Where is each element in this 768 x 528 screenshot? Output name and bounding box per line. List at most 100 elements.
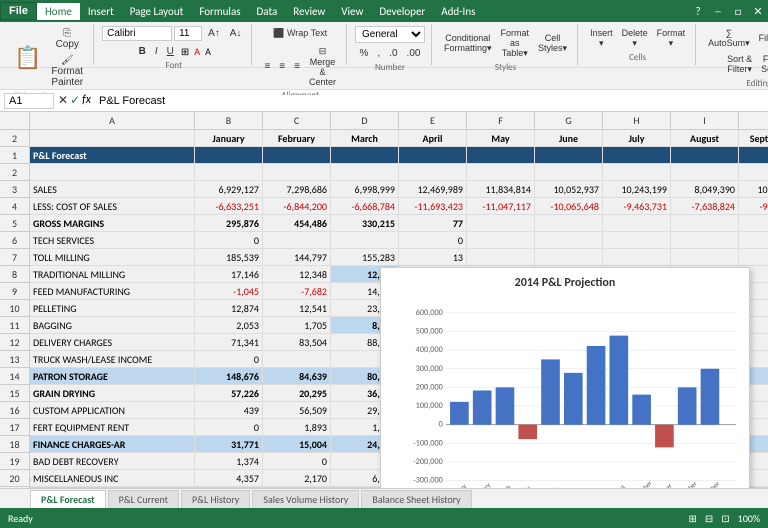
cell-r4-c1[interactable]: -6,633,251 xyxy=(195,198,263,215)
italic-button[interactable]: I xyxy=(151,44,162,59)
underline-button[interactable]: U xyxy=(163,44,178,59)
align-left-button[interactable]: ≡ xyxy=(260,59,274,74)
cell-r1-c9[interactable] xyxy=(739,147,768,164)
cell-r3-c0[interactable]: SALES xyxy=(30,181,195,198)
cell-r4-c3[interactable]: -6,668,784 xyxy=(331,198,399,215)
cell-r20-c0[interactable]: MISCELLANEOUS INC xyxy=(30,470,195,487)
cell-r2-c3[interactable] xyxy=(331,164,399,181)
cell-r9-c0[interactable]: FEED MANUFACTURING xyxy=(30,283,195,300)
col-header-f[interactable]: F xyxy=(467,112,535,130)
cell-r14-c2[interactable]: 84,639 xyxy=(263,368,331,385)
cell-r6-c2[interactable] xyxy=(263,232,331,249)
cell-r7-c0[interactable]: TOLL MILLING xyxy=(30,249,195,266)
font-name-input[interactable] xyxy=(102,26,172,41)
format-button[interactable]: Format▾ xyxy=(653,26,690,51)
cell-r6-c4[interactable]: 0 xyxy=(399,232,467,249)
col-header-b[interactable]: B xyxy=(195,112,263,130)
tab-data[interactable]: Data xyxy=(249,3,286,20)
cell-r9-c2[interactable]: -7,682 xyxy=(263,283,331,300)
copy-button[interactable]: ⎘ Copy xyxy=(47,26,87,52)
cell-r12-c1[interactable]: 71,341 xyxy=(195,334,263,351)
tab-sales-volume-history[interactable]: Sales Volume History xyxy=(252,490,359,508)
delete-button[interactable]: Delete▾ xyxy=(618,26,652,51)
col-label-2[interactable]: February xyxy=(263,130,331,147)
increase-font-button[interactable]: A↑ xyxy=(204,26,224,41)
tab-pagelayout[interactable]: Page Layout xyxy=(122,3,192,20)
cell-reference-input[interactable]: A1 xyxy=(4,93,54,109)
col-label-9[interactable]: September xyxy=(739,130,768,147)
cell-r7-c6[interactable] xyxy=(535,249,603,266)
cell-r7-c3[interactable]: 155,283 xyxy=(331,249,399,266)
col-label-0[interactable] xyxy=(30,130,195,147)
cell-r4-c2[interactable]: -6,844,200 xyxy=(263,198,331,215)
cell-r5-c2[interactable]: 454,486 xyxy=(263,215,331,232)
cell-r8-c2[interactable]: 12,348 xyxy=(263,266,331,283)
paste-button[interactable]: 📋 xyxy=(10,43,45,73)
cell-r4-c4[interactable]: -11,693,423 xyxy=(399,198,467,215)
cell-r16-c2[interactable]: 56,509 xyxy=(263,402,331,419)
col-label-6[interactable]: June xyxy=(535,130,603,147)
cell-r1-c6[interactable] xyxy=(535,147,603,164)
cell-r21-c2[interactable]: 39,973 xyxy=(263,487,331,488)
cell-r3-c9[interactable]: 10,134,928 xyxy=(739,181,768,198)
percent-button[interactable]: % xyxy=(356,46,373,61)
col-label-8[interactable]: August xyxy=(671,130,739,147)
cell-r2-c7[interactable] xyxy=(603,164,671,181)
col-label-7[interactable]: July xyxy=(603,130,671,147)
cell-r7-c4[interactable]: 13 xyxy=(399,249,467,266)
cell-r4-c6[interactable]: -10,065,648 xyxy=(535,198,603,215)
col-header-a[interactable]: A xyxy=(30,112,195,130)
align-right-button[interactable]: ≡ xyxy=(290,59,304,74)
cell-r5-c8[interactable] xyxy=(671,215,739,232)
cell-r6-c9[interactable] xyxy=(739,232,768,249)
cell-r1-c0[interactable]: P&L Forecast xyxy=(30,147,195,164)
cell-r18-c2[interactable]: 15,004 xyxy=(263,436,331,453)
col-header-c[interactable]: C xyxy=(263,112,331,130)
cell-r3-c7[interactable]: 10,243,199 xyxy=(603,181,671,198)
cell-r7-c8[interactable] xyxy=(671,249,739,266)
view-normal-icon[interactable]: ⊞ xyxy=(688,512,696,525)
cell-r20-c2[interactable]: 2,170 xyxy=(263,470,331,487)
cell-r6-c7[interactable] xyxy=(603,232,671,249)
cell-r9-c1[interactable]: -1,045 xyxy=(195,283,263,300)
cell-r8-c0[interactable]: TRADITIONAL MILLING xyxy=(30,266,195,283)
tab-view[interactable]: View xyxy=(333,3,371,20)
increase-decimal-button[interactable]: .0 xyxy=(385,46,401,61)
cell-r1-c8[interactable] xyxy=(671,147,739,164)
cell-r2-c8[interactable] xyxy=(671,164,739,181)
tab-insert[interactable]: Insert xyxy=(80,3,122,20)
tab-addins[interactable]: Add-Ins xyxy=(433,3,483,20)
insert-button[interactable]: Insert▾ xyxy=(586,26,617,51)
cell-r7-c1[interactable]: 185,539 xyxy=(195,249,263,266)
cell-r7-c2[interactable]: 144,797 xyxy=(263,249,331,266)
cell-r19-c2[interactable]: 0 xyxy=(263,453,331,470)
cell-r2-c6[interactable] xyxy=(535,164,603,181)
col-header-g[interactable]: G xyxy=(535,112,603,130)
cell-r2-c2[interactable] xyxy=(263,164,331,181)
minimize-icon[interactable]: ─ xyxy=(708,1,728,21)
find-select-button[interactable]: Find &Select▾ xyxy=(757,52,768,77)
cell-r6-c5[interactable] xyxy=(467,232,535,249)
cell-r7-c9[interactable] xyxy=(739,249,768,266)
col-header-i[interactable]: I xyxy=(671,112,739,130)
tab-pl-forecast[interactable]: P&L Forecast xyxy=(30,490,106,508)
file-tab[interactable]: File xyxy=(0,2,37,20)
number-format-select[interactable]: General Number Currency xyxy=(355,26,425,43)
cell-r10-c2[interactable]: 12,541 xyxy=(263,300,331,317)
cell-r5-c5[interactable] xyxy=(467,215,535,232)
cell-r6-c0[interactable]: TECH SERVICES xyxy=(30,232,195,249)
cell-r6-c6[interactable] xyxy=(535,232,603,249)
table-row[interactable]: P&L Forecast xyxy=(30,147,768,164)
fill-color-button[interactable]: A xyxy=(192,45,202,58)
cell-r17-c2[interactable]: 1,893 xyxy=(263,419,331,436)
cell-r6-c3[interactable] xyxy=(331,232,399,249)
border-icon[interactable]: ⊞ xyxy=(179,45,191,58)
view-break-icon[interactable]: ⊡ xyxy=(721,512,729,525)
table-row[interactable] xyxy=(30,164,768,181)
fill-button[interactable]: Fill▾ xyxy=(755,31,768,46)
cell-r5-c1[interactable]: 295,876 xyxy=(195,215,263,232)
cell-r3-c2[interactable]: 7,298,686 xyxy=(263,181,331,198)
cell-r5-c6[interactable] xyxy=(535,215,603,232)
cell-r1-c5[interactable] xyxy=(467,147,535,164)
cell-r15-c2[interactable]: 20,295 xyxy=(263,385,331,402)
